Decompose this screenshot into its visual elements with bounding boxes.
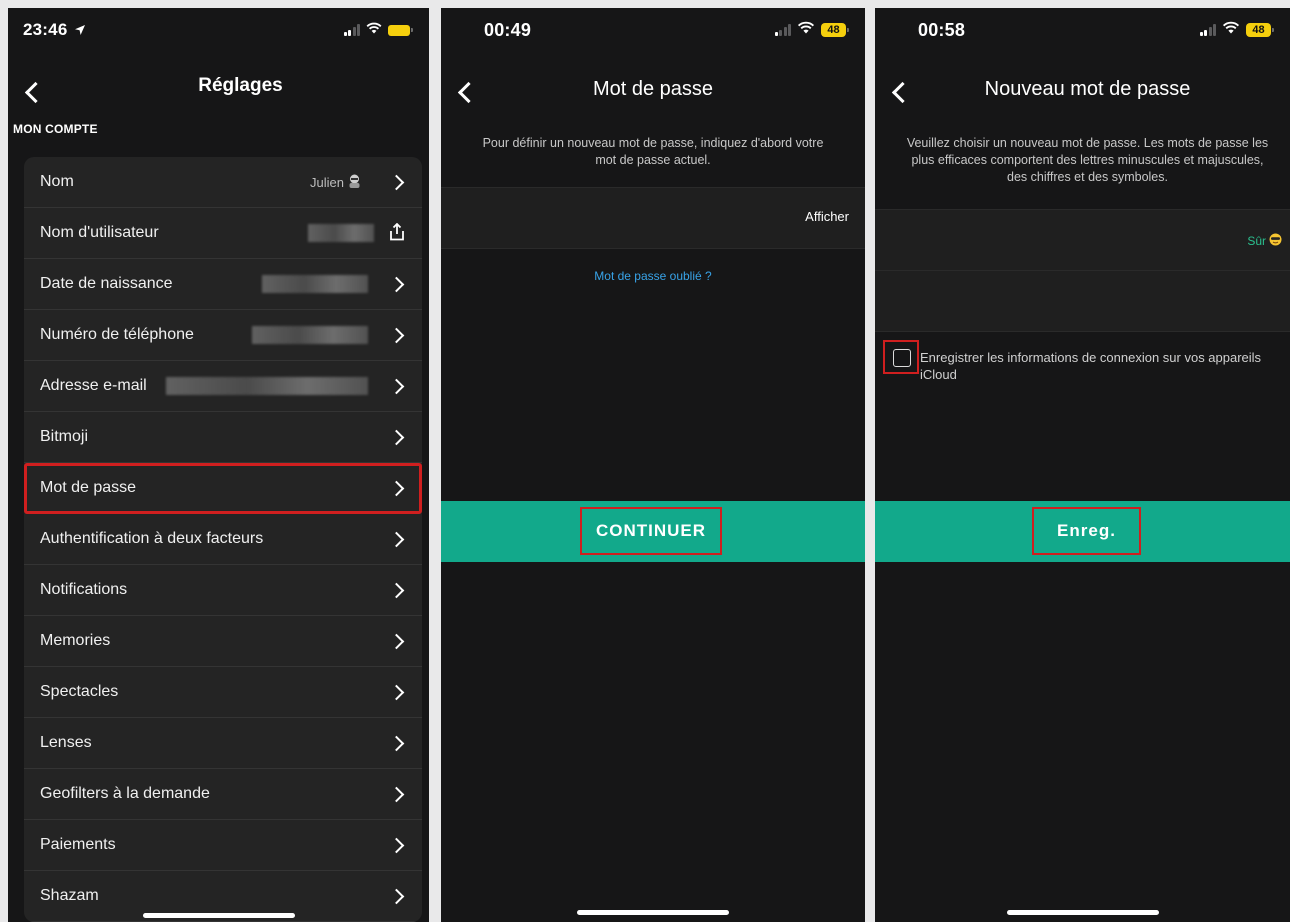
chevron-right-icon xyxy=(391,276,405,292)
instruction-text: Pour définir un nouveau mot de passe, in… xyxy=(482,136,824,167)
bitmoji-avatar-icon xyxy=(347,173,362,191)
settings-row-bitmoji[interactable]: Bitmoji xyxy=(24,412,422,463)
chevron-right-icon xyxy=(391,786,405,802)
show-password-toggle[interactable]: Afficher xyxy=(805,209,849,224)
settings-row-memories[interactable]: Memories xyxy=(24,616,422,667)
status-bar: 23:46 xyxy=(8,8,429,58)
save-button[interactable]: Enreg. xyxy=(1032,507,1141,555)
continue-bar[interactable]: CONTINUER xyxy=(441,501,865,562)
current-password-screen: 00:49 48 Mot de passe Pour définir un no… xyxy=(441,8,865,922)
row-label: Lenses xyxy=(40,734,92,751)
row-label: Nom xyxy=(40,173,74,190)
confirm-password-field[interactable] xyxy=(875,270,1290,332)
chevron-right-icon xyxy=(391,174,405,190)
status-time: 23:46 xyxy=(23,20,68,39)
row-label: Memories xyxy=(40,632,111,649)
chevron-right-icon xyxy=(391,837,405,853)
new-password-screen: 00:58 48 Nouveau mot de passe Veuillez c… xyxy=(875,8,1290,922)
forgot-password-link[interactable]: Mot de passe oublié ? xyxy=(441,269,865,283)
settings-row-payments[interactable]: Paiements xyxy=(24,820,422,871)
icloud-save-checkbox[interactable] xyxy=(883,340,919,374)
strength-label: Sûr xyxy=(1247,234,1266,248)
row-label: Numéro de téléphone xyxy=(40,326,194,343)
battery-icon: 48 xyxy=(1246,23,1274,37)
chevron-right-icon xyxy=(391,429,405,445)
status-bar: 00:49 48 xyxy=(441,8,865,58)
row-label: Paiements xyxy=(40,836,116,853)
row-label: Date de naissance xyxy=(40,275,173,292)
save-bar[interactable]: Enreg. xyxy=(875,501,1290,562)
instruction-text: Veuillez choisir un nouveau mot de passe… xyxy=(906,136,1269,184)
cellular-signal-icon xyxy=(774,24,791,36)
chevron-right-icon xyxy=(391,480,405,496)
back-button[interactable] xyxy=(22,82,42,102)
share-icon[interactable] xyxy=(389,222,405,241)
redacted-value xyxy=(252,326,368,344)
status-time: 00:49 xyxy=(484,20,532,40)
cellular-signal-icon xyxy=(343,24,360,36)
page-title: Nouveau mot de passe xyxy=(984,78,1191,100)
settings-row-username[interactable]: Nom d'utilisateur xyxy=(24,208,422,259)
redacted-value xyxy=(262,275,368,293)
password-strength: Sûr xyxy=(1247,233,1282,249)
home-indicator xyxy=(1006,910,1159,915)
cellular-signal-icon xyxy=(1199,24,1216,36)
battery-level: 48 xyxy=(1246,23,1271,37)
settings-row-birthdate[interactable]: Date de naissance xyxy=(24,259,422,310)
settings-row-lenses[interactable]: Lenses xyxy=(24,718,422,769)
wifi-icon xyxy=(797,21,815,39)
chevron-right-icon xyxy=(391,735,405,751)
new-password-field[interactable]: Sûr xyxy=(875,209,1290,271)
settings-row-notifications[interactable]: Notifications xyxy=(24,565,422,616)
chevron-right-icon xyxy=(391,582,405,598)
home-indicator xyxy=(577,910,729,915)
section-header: MON COMPTE xyxy=(13,122,98,136)
settings-screen: 23:46 Réglages MON COMPTE Nom Julien Nom… xyxy=(8,8,429,922)
settings-list: Nom Julien Nom d'utilisateur Date de nai… xyxy=(24,157,422,922)
settings-row-password[interactable]: Mot de passe xyxy=(24,463,422,514)
settings-row-spectacles[interactable]: Spectacles xyxy=(24,667,422,718)
row-label: Spectacles xyxy=(40,683,119,700)
settings-row-nom[interactable]: Nom Julien xyxy=(24,157,422,208)
battery-level: 48 xyxy=(821,23,846,37)
wifi-icon xyxy=(366,21,382,39)
status-time: 00:58 xyxy=(918,20,966,40)
sunglasses-emoji-icon xyxy=(1269,233,1282,249)
row-label: Mot de passe xyxy=(40,479,137,496)
page-title: Réglages xyxy=(198,75,283,96)
battery-icon xyxy=(388,24,413,36)
chevron-right-icon xyxy=(391,633,405,649)
location-arrow-icon xyxy=(74,23,86,41)
page-title: Mot de passe xyxy=(592,78,714,100)
chevron-right-icon xyxy=(391,378,405,394)
wifi-icon xyxy=(1222,21,1240,39)
continue-button[interactable]: CONTINUER xyxy=(580,507,722,555)
redacted-value xyxy=(308,224,374,242)
settings-row-geofilters[interactable]: Geofilters à la demande xyxy=(24,769,422,820)
chevron-right-icon xyxy=(391,531,405,547)
row-label: Authentification à deux facteurs xyxy=(40,530,264,547)
chevron-right-icon xyxy=(391,684,405,700)
row-label: Shazam xyxy=(40,887,99,904)
battery-icon: 48 xyxy=(821,23,849,37)
row-label: Geofilters à la demande xyxy=(40,785,210,802)
chevron-right-icon xyxy=(391,888,405,904)
status-bar: 00:58 48 xyxy=(875,8,1290,58)
chevron-right-icon xyxy=(391,327,405,343)
home-indicator xyxy=(142,913,295,918)
current-password-field[interactable]: Afficher xyxy=(441,187,865,249)
settings-row-phone[interactable]: Numéro de téléphone xyxy=(24,310,422,361)
row-label: Bitmoji xyxy=(40,428,89,445)
settings-row-email[interactable]: Adresse e-mail xyxy=(24,361,422,412)
name-text: Julien xyxy=(310,174,344,190)
name-value: Julien xyxy=(310,173,362,191)
row-label: Adresse e-mail xyxy=(40,377,147,394)
row-label: Notifications xyxy=(40,581,128,598)
settings-row-two-factor[interactable]: Authentification à deux facteurs xyxy=(24,514,422,565)
checkbox-label: Enregistrer les informations de connexio… xyxy=(920,350,1262,382)
redacted-value xyxy=(166,377,368,395)
row-label: Nom d'utilisateur xyxy=(40,224,159,241)
